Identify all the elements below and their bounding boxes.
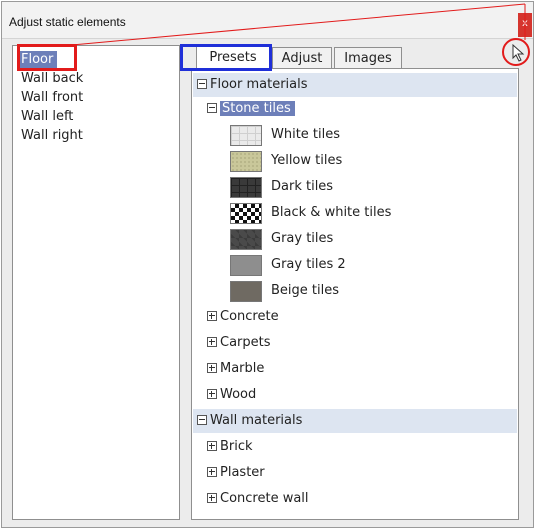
tree-node-marble[interactable]: Marble bbox=[207, 358, 264, 380]
window-title: Adjust static elements bbox=[9, 15, 126, 29]
cursor-icon bbox=[512, 43, 526, 66]
expand-icon[interactable] bbox=[207, 362, 217, 373]
tree-node-carpets[interactable]: Carpets bbox=[207, 332, 271, 354]
tab-images[interactable]: Images bbox=[334, 47, 402, 68]
tree-node-floor-materials[interactable]: Floor materials bbox=[197, 74, 308, 96]
tree-node-concrete-wall[interactable]: Concrete wall bbox=[207, 488, 309, 510]
close-icon: x bbox=[522, 18, 528, 29]
node-label: Brick bbox=[220, 439, 253, 454]
title-bar: Adjust static elements x bbox=[2, 2, 533, 39]
expand-icon[interactable] bbox=[207, 336, 217, 347]
tree-node-plaster[interactable]: Plaster bbox=[207, 462, 265, 484]
tree-node-wood[interactable]: Wood bbox=[207, 384, 256, 406]
node-label: Concrete bbox=[220, 309, 279, 324]
node-label: Concrete wall bbox=[220, 491, 309, 506]
beige-tiles-swatch bbox=[230, 281, 262, 302]
node-label: Plaster bbox=[220, 465, 265, 480]
white-tiles-swatch bbox=[230, 125, 262, 146]
tree-node-white-tiles[interactable]: White tiles bbox=[271, 124, 340, 146]
list-item-wall-right[interactable]: Wall right bbox=[19, 127, 87, 145]
dark-tiles-swatch bbox=[230, 177, 262, 198]
element-list[interactable]: Floor Wall back Wall front Wall left Wal… bbox=[12, 45, 180, 520]
list-item-floor[interactable]: Floor bbox=[19, 51, 58, 69]
node-label: Floor materials bbox=[210, 77, 308, 92]
node-label: Marble bbox=[220, 361, 265, 376]
expand-icon[interactable] bbox=[207, 492, 217, 503]
expand-icon[interactable] bbox=[207, 310, 217, 321]
node-label: Wall materials bbox=[210, 413, 303, 428]
gray-tiles-swatch bbox=[230, 229, 262, 250]
collapse-icon[interactable] bbox=[197, 78, 207, 89]
collapse-icon[interactable] bbox=[207, 102, 217, 113]
list-item-wall-front[interactable]: Wall front bbox=[19, 89, 87, 107]
tree-node-brick[interactable]: Brick bbox=[207, 436, 253, 458]
tab-adjust[interactable]: Adjust bbox=[272, 47, 332, 68]
tree-node-wall-materials[interactable]: Wall materials bbox=[197, 410, 302, 432]
black-white-tiles-swatch bbox=[230, 203, 262, 224]
list-item-wall-left[interactable]: Wall left bbox=[19, 108, 77, 126]
expand-icon[interactable] bbox=[207, 466, 217, 477]
expand-icon[interactable] bbox=[207, 440, 217, 451]
tree-node-stone-tiles[interactable]: Stone tiles bbox=[207, 98, 295, 120]
preset-tree[interactable]: Floor materials Stone tiles White tiles … bbox=[191, 68, 519, 520]
gray-tiles-2-swatch bbox=[230, 255, 262, 276]
tree-node-gray-tiles-2[interactable]: Gray tiles 2 bbox=[271, 254, 346, 276]
tree-node-concrete[interactable]: Concrete bbox=[207, 306, 279, 328]
node-label: Wood bbox=[220, 387, 257, 402]
close-button[interactable]: x bbox=[518, 13, 532, 37]
yellow-tiles-swatch bbox=[230, 151, 262, 172]
node-label: Stone tiles bbox=[220, 101, 295, 116]
expand-icon[interactable] bbox=[207, 388, 217, 399]
node-label: Carpets bbox=[220, 335, 271, 350]
tab-presets[interactable]: Presets bbox=[196, 46, 270, 69]
tree-node-gray-tiles[interactable]: Gray tiles bbox=[271, 228, 333, 250]
list-item-wall-back[interactable]: Wall back bbox=[19, 70, 87, 88]
tree-node-black-white-tiles[interactable]: Black & white tiles bbox=[271, 202, 391, 224]
tree-node-beige-tiles[interactable]: Beige tiles bbox=[271, 280, 339, 302]
tree-node-dark-tiles[interactable]: Dark tiles bbox=[271, 176, 333, 198]
tree-node-yellow-tiles[interactable]: Yellow tiles bbox=[271, 150, 342, 172]
collapse-icon[interactable] bbox=[197, 414, 207, 425]
